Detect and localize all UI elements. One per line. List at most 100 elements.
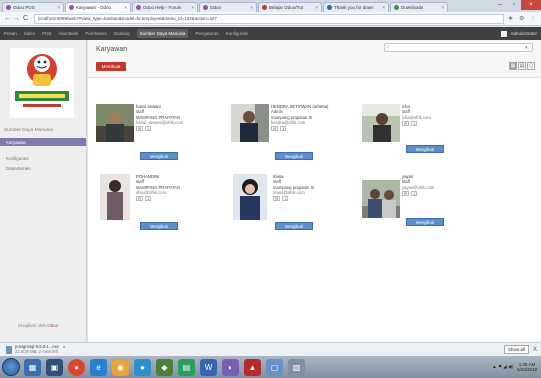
sidebar-item-karyawan[interactable]: Karyawan (0, 138, 86, 146)
menu-item-purchases[interactable]: Purchases (85, 31, 106, 36)
follow-button[interactable]: Mengikuti (275, 222, 313, 230)
employee-photo (100, 174, 130, 220)
app-icon[interactable]: ◐ (222, 358, 239, 376)
close-icon[interactable]: × (379, 5, 385, 10)
menu-item-konfigurasi[interactable]: Konfigurasi (226, 31, 249, 36)
chrome-icon[interactable]: ● (134, 358, 151, 376)
follow-button[interactable]: Mengikuti (406, 218, 444, 226)
close-icon[interactable]: X (533, 347, 537, 353)
employee-photo (362, 180, 400, 218)
powered-by: Disajikan oleh Odoo (18, 323, 58, 328)
browser-tab[interactable]: Odoo × (199, 2, 257, 12)
word-icon[interactable]: W (200, 358, 217, 376)
menu-item-sales[interactable]: Sales (24, 31, 35, 36)
employee-info: yayan staff yayan@ofrik.com ✉ 1 (402, 174, 482, 196)
menu-item-akuntansi[interactable]: Akuntansi (59, 31, 79, 36)
browser-tab[interactable]: Odoo POS × (2, 2, 64, 12)
app-icon[interactable]: ▤ (178, 358, 195, 376)
tab-title: Belajar Odoo/Tut (269, 5, 303, 10)
explorer-icon[interactable]: ▦ (24, 358, 41, 376)
form-view-icon[interactable]: ▢ (527, 62, 535, 70)
employee-card[interactable]: hairul anwani staff MAMPANG PRAPATAN hai… (96, 104, 216, 166)
app-icon[interactable]: ▢ (266, 358, 283, 376)
menu-item-pos[interactable]: POS (42, 31, 52, 36)
clock[interactable]: 1:35 AM 5/22/2018 (517, 362, 537, 372)
close-icon[interactable]: × (188, 5, 194, 10)
menu-item-gudang[interactable]: Gudang (114, 31, 130, 36)
employee-card[interactable]: triana staff mampang prapatan XI triana@… (233, 174, 353, 236)
sidebar: Sumber Daya Manusia Karyawan Konfigurasi… (0, 40, 87, 342)
kanban-view-icon[interactable]: ▦ (509, 62, 517, 70)
browser-tab-active[interactable]: Karyawan - Odoo × (65, 2, 131, 12)
minimize-icon[interactable]: – (493, 0, 507, 10)
menu-item-pesan[interactable]: Pesan (4, 31, 17, 36)
sidebar-item-konfigurasi[interactable]: Konfigurasi (0, 154, 86, 162)
odoo-favicon-icon (203, 5, 208, 10)
show-all-button[interactable]: Show all (503, 345, 529, 354)
window-close-icon[interactable]: × (521, 0, 541, 10)
reload-icon[interactable]: C (21, 15, 30, 22)
menu-item-pengaturan[interactable]: Pengaturan (195, 31, 218, 36)
url-field[interactable]: localhost:8069/web?#view_type=kanban&mod… (34, 13, 504, 24)
tray-icons[interactable]: ▲ ⚑ ◢ ◀) (492, 364, 513, 370)
list-view-icon[interactable]: ▤ (518, 62, 526, 70)
file-icon (6, 345, 12, 354)
browser-menu-icons[interactable]: ★ ⚙ ⋮ (508, 15, 538, 22)
company-logo (9, 47, 75, 119)
close-icon[interactable]: × (438, 5, 444, 10)
message-icon[interactable]: ✉ (273, 196, 281, 202)
sidebar-item-departemen[interactable]: Departemen (0, 164, 86, 172)
powered-prefix: Disajikan oleh (18, 323, 47, 328)
app-icon[interactable]: ▧ (288, 358, 305, 376)
employee-card[interactable]: HENDRA SETIAWAN (arberta) Admin mampang … (231, 104, 351, 166)
close-icon[interactable]: × (54, 5, 60, 10)
browser-tab[interactable]: Downloads × (390, 2, 448, 12)
chevron-up-icon[interactable]: ^ (63, 347, 65, 352)
follow-button[interactable]: Mengikuti (406, 145, 444, 153)
browser-tab-strip: Odoo POS × Karyawan - Odoo × Odoo Help - F… (0, 0, 541, 12)
follow-button[interactable]: Mengikuti (140, 222, 178, 230)
media-icon[interactable]: ▣ (46, 358, 63, 376)
browser-tab[interactable]: Odoo Help - Forum × (132, 2, 198, 12)
follower-count: 1 (411, 190, 418, 196)
chevron-down-icon[interactable]: ▾ (525, 45, 528, 51)
menu-item-sdm[interactable]: Sumber Daya Manusia (136, 29, 189, 38)
browser-tab[interactable]: Thank you for down × (323, 2, 389, 12)
user-menu[interactable]: Administrator (501, 30, 541, 37)
employee-card[interactable]: icha staff icha@ofrik.com ✉ 1 Mengikuti (362, 104, 482, 166)
app-icon[interactable]: ◆ (156, 358, 173, 376)
follower-count: 1 (145, 126, 152, 132)
follow-button[interactable]: Mengikuti (275, 152, 313, 160)
chrome-icon[interactable]: ● (68, 358, 85, 376)
create-button[interactable]: Membuat (96, 62, 126, 71)
search-input[interactable]: ⌕ (384, 43, 533, 52)
start-button[interactable] (2, 358, 20, 376)
follower-count: 1 (280, 126, 287, 132)
powered-brand[interactable]: Odoo (47, 323, 58, 328)
message-icon[interactable]: ✉ (271, 126, 279, 132)
maximize-icon[interactable]: ▫ (507, 0, 521, 10)
downloads-favicon-icon (394, 5, 399, 10)
close-icon[interactable]: × (312, 5, 318, 10)
employee-card[interactable]: POHANDINI staff MAMPANG PRAPATAN dhini@o… (100, 174, 220, 236)
os-taskbar: ▦ ▣ ● e ◉ ● ◆ ▤ W ◐ ▲ ▢ ▧ ▲ ⚑ ◢ ◀) 1:35 … (0, 356, 541, 378)
employee-info: triana staff mampang prapatan XI triana@… (273, 174, 353, 202)
message-icon[interactable]: ✉ (402, 190, 410, 196)
app-icon[interactable]: ◉ (112, 358, 129, 376)
follow-button[interactable]: Mengikuti (140, 152, 178, 160)
message-icon[interactable]: ✉ (402, 120, 410, 126)
search-icon: ⌕ (387, 44, 390, 50)
download-item[interactable]: postgresql-9.6.8-1...exe 22.8/29 MB, 2 m… (6, 344, 65, 354)
message-icon[interactable]: ✉ (136, 126, 144, 132)
message-icon[interactable]: ✉ (136, 196, 144, 202)
close-icon[interactable]: × (247, 5, 253, 10)
back-icon[interactable]: ← (3, 15, 12, 22)
ie-icon[interactable]: e (90, 358, 107, 376)
browser-tab[interactable]: Belajar Odoo/Tut × (258, 2, 322, 12)
close-icon[interactable]: × (121, 5, 127, 10)
forward-icon[interactable]: → (12, 15, 21, 22)
pdf-icon[interactable]: ▲ (244, 358, 261, 376)
employee-photo (233, 174, 267, 220)
follower-count: 1 (145, 196, 152, 202)
employee-card[interactable]: yayan staff yayan@ofrik.com ✉ 1 Mengikuti (362, 174, 482, 236)
